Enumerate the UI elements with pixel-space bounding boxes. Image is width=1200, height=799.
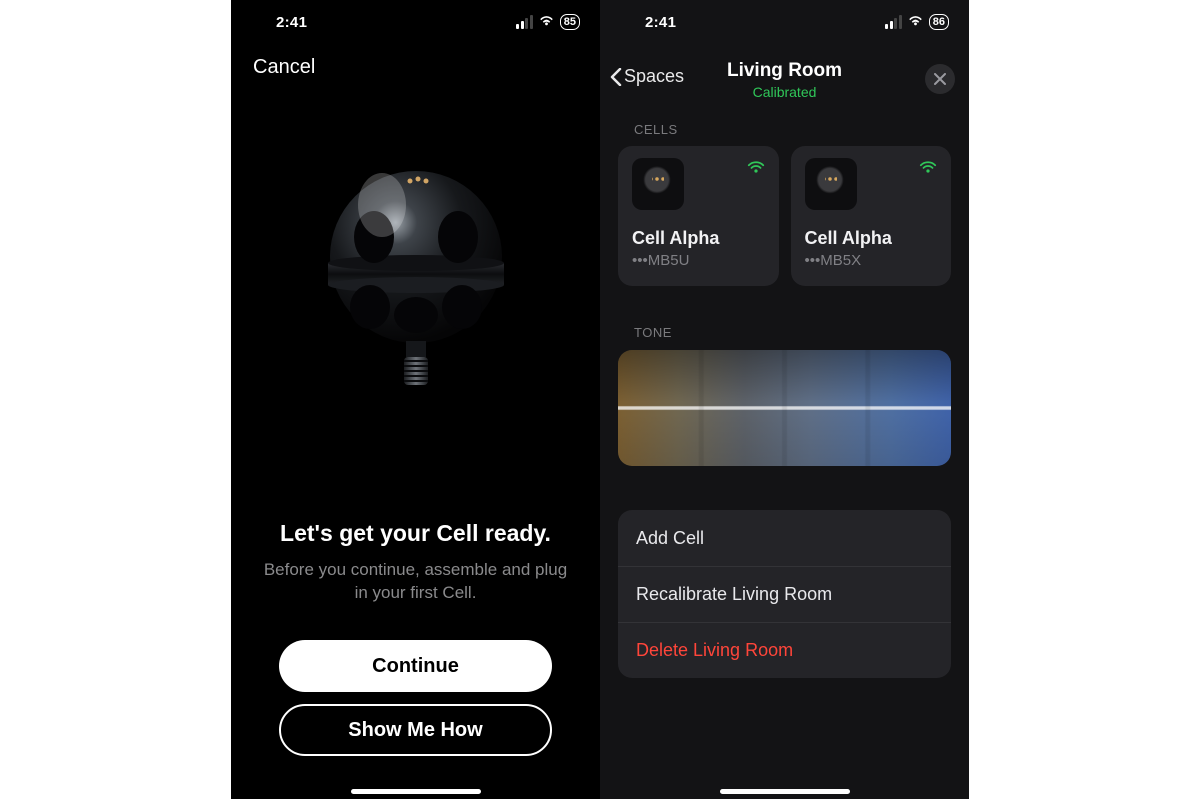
cellular-icon (516, 15, 533, 29)
cell-thumbnail (632, 158, 684, 210)
status-bar: 2:41 86 (600, 0, 969, 44)
battery-icon: 86 (929, 14, 949, 30)
tone-selector[interactable] (618, 350, 951, 466)
cancel-button[interactable]: Cancel (253, 56, 315, 79)
close-button[interactable] (925, 64, 955, 94)
cell-name: Cell Alpha (632, 228, 765, 249)
recalibrate-button[interactable]: Recalibrate Living Room (618, 566, 951, 622)
home-indicator[interactable] (720, 789, 850, 794)
status-time: 2:41 (645, 14, 676, 31)
cell-card[interactable]: Cell Alpha •••MB5X (791, 146, 952, 286)
status-time: 2:41 (276, 14, 307, 31)
nav-header: Spaces Living Room Calibrated (600, 52, 969, 102)
home-indicator[interactable] (351, 789, 481, 794)
battery-icon: 85 (560, 14, 580, 30)
status-icons: 86 (885, 13, 949, 31)
continue-button[interactable]: Continue (279, 640, 552, 692)
calibration-status: Calibrated (600, 84, 969, 100)
cellular-icon (885, 15, 902, 29)
tone-section-label: TONE (634, 325, 672, 340)
cells-section-label: CELLS (634, 122, 678, 137)
cells-grid: Cell Alpha •••MB5U Cell Alpha •••MB5X (618, 146, 951, 286)
status-bar: 2:41 85 (231, 0, 600, 44)
hero-illustration (231, 120, 600, 430)
page-title: Living Room (600, 60, 969, 82)
show-me-how-button[interactable]: Show Me How (279, 704, 552, 756)
cell-id: •••MB5U (632, 252, 765, 269)
delete-space-button[interactable]: Delete Living Room (618, 622, 951, 678)
status-icons: 85 (516, 13, 580, 31)
cell-card[interactable]: Cell Alpha •••MB5U (618, 146, 779, 286)
onboarding-subtitle: Before you continue, assemble and plug i… (261, 558, 570, 604)
close-icon (934, 73, 946, 85)
add-cell-button[interactable]: Add Cell (618, 510, 951, 566)
onboarding-screen: 2:41 85 Cancel (231, 0, 600, 799)
space-detail-screen: 2:41 86 Spaces Living Room Calibrated CE… (600, 0, 969, 799)
wifi-icon (919, 160, 937, 179)
onboarding-title: Let's get your Cell ready. (231, 520, 600, 547)
wifi-icon (747, 160, 765, 179)
cell-thumbnail (805, 158, 857, 210)
cell-name: Cell Alpha (805, 228, 938, 249)
actions-list: Add Cell Recalibrate Living Room Delete … (618, 510, 951, 678)
cell-id: •••MB5X (805, 252, 938, 269)
wifi-icon (538, 13, 555, 31)
wifi-icon (907, 13, 924, 31)
